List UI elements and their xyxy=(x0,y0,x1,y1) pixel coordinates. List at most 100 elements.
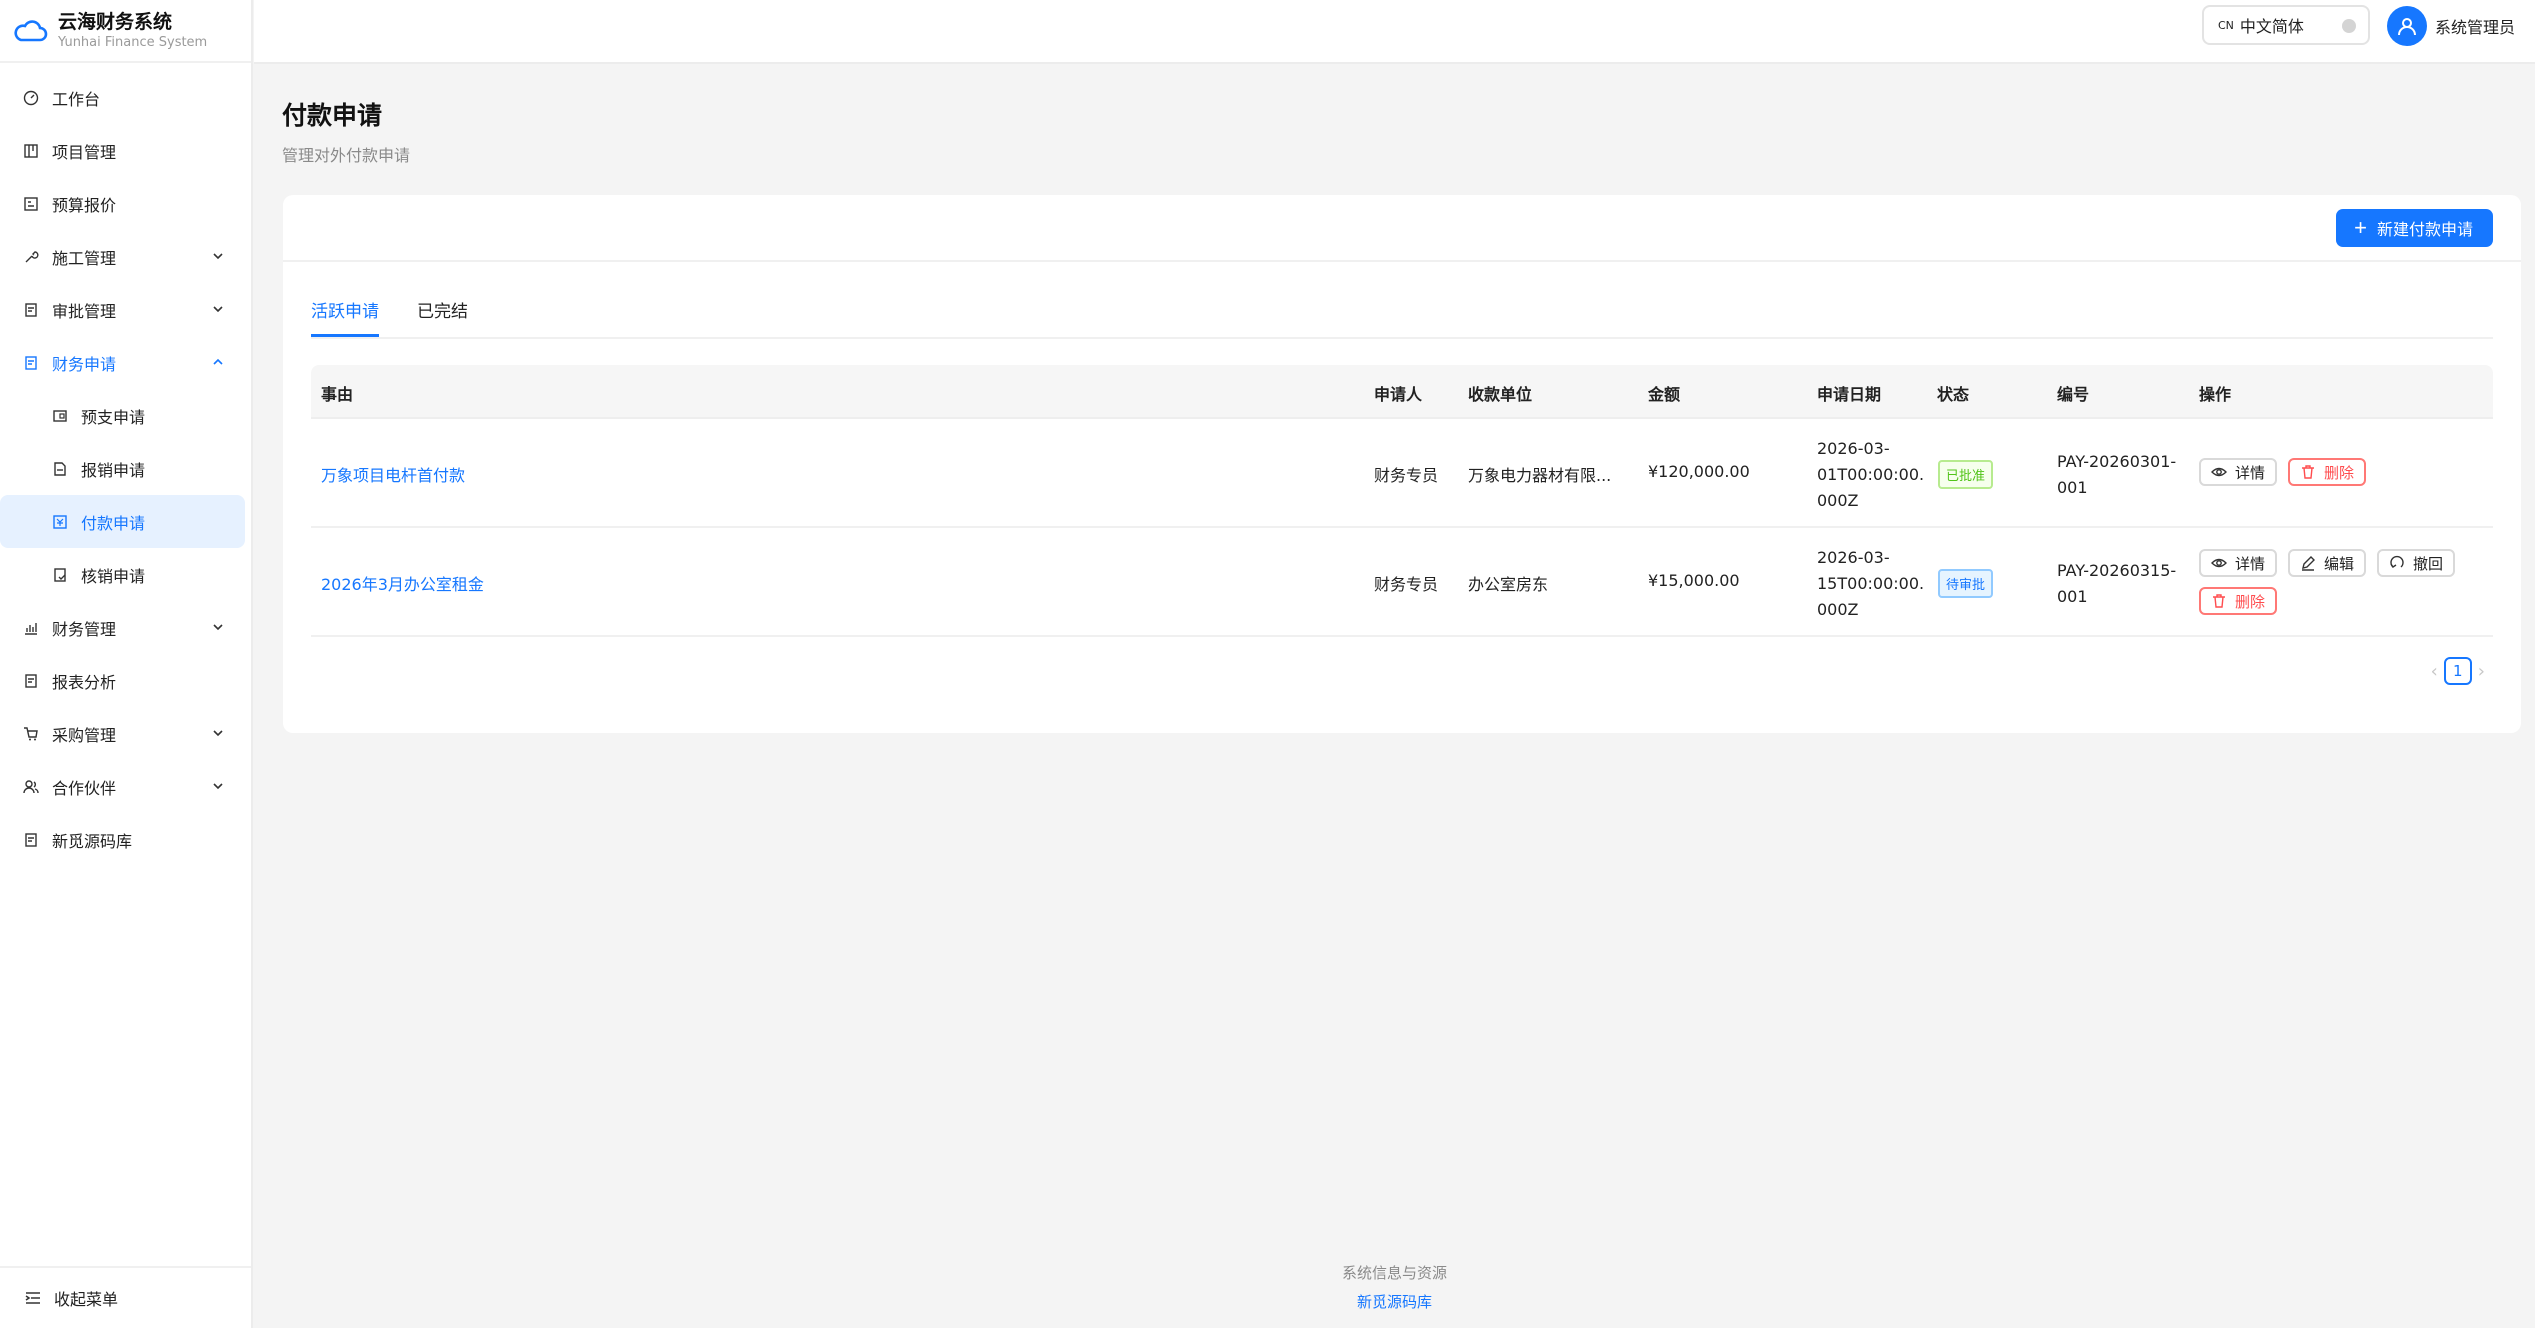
column-header: 金额 xyxy=(1648,385,1681,404)
delete-label: 删除 xyxy=(2235,592,2266,611)
status-badge: 已批准 xyxy=(1938,460,1994,489)
cloud-logo-icon xyxy=(14,19,48,41)
select-arrow-icon xyxy=(2342,19,2356,33)
sidebar-item-budget[interactable]: 预算报价 xyxy=(0,177,251,230)
detail-button[interactable]: 详情 xyxy=(2199,549,2278,577)
sidebar-item-label: 采购管理 xyxy=(52,725,117,745)
payment-icon xyxy=(51,513,69,531)
page-subtitle: 管理对外付款申请 xyxy=(282,146,411,165)
date-cell: 2026-03- 01T00:00:00. 000Z xyxy=(1817,436,1924,514)
brand-subtitle: Yunhai Finance System xyxy=(58,34,208,50)
sidebar-item-dashboard[interactable]: 工作台 xyxy=(0,71,251,124)
footer-info: 系统信息与资源 xyxy=(1341,1264,1447,1282)
sidebar-item-label: 施工管理 xyxy=(52,248,117,268)
cart-icon xyxy=(22,725,40,743)
next-page-icon[interactable]: › xyxy=(2478,661,2485,682)
date-cell: 2026-03- 15T00:00:00. 000Z xyxy=(1817,545,1924,623)
delete-button[interactable]: 删除 xyxy=(2288,458,2367,486)
sidebar-item-label: 合作伙伴 xyxy=(52,778,117,798)
sidebar-item-label: 预支申请 xyxy=(81,407,146,427)
chevron-up-icon xyxy=(213,358,223,365)
project-icon xyxy=(22,142,40,160)
sidebar-item-partners[interactable]: 合作伙伴 xyxy=(0,760,251,813)
chevron-down-icon xyxy=(213,624,223,631)
sidebar-item-payment[interactable]: 付款申请 xyxy=(0,495,245,548)
new-payment-button[interactable]: + 新建付款申请 xyxy=(2336,209,2493,247)
language-label: 中文简体 xyxy=(2239,17,2304,36)
sidebar-item-label: 项目管理 xyxy=(52,142,117,162)
reason-link[interactable]: 2026年3月办公室租金 xyxy=(321,571,484,595)
code-line: 001 xyxy=(2057,587,2088,606)
sidebar-item-finance-apply[interactable]: 财务申请 xyxy=(0,336,251,389)
edit-button[interactable]: 编辑 xyxy=(2288,549,2367,577)
dashboard-icon xyxy=(22,89,40,107)
report-icon xyxy=(22,672,40,690)
writeoff-icon xyxy=(51,566,69,584)
delete-button[interactable]: 删除 xyxy=(2199,587,2278,615)
sidebar-item-reports[interactable]: 报表分析 xyxy=(0,654,251,707)
tab-completed[interactable]: 已完结 xyxy=(417,297,468,334)
partner-icon xyxy=(22,778,40,796)
payment-card: + 新建付款申请 活跃申请 已完结 事由 申请人 收款单位 金额 申请日期 状态… xyxy=(283,195,2521,733)
reason-link[interactable]: 万象项目电杆首付款 xyxy=(321,462,465,486)
sidebar-item-projects[interactable]: 项目管理 xyxy=(0,124,251,177)
user-menu[interactable]: 系统管理员 xyxy=(2387,6,2515,46)
sidebar-item-finance-manage[interactable]: 财务管理 xyxy=(0,601,251,654)
sidebar-item-label: 新觅源码库 xyxy=(52,831,133,851)
sidebar-item-label: 预算报价 xyxy=(52,195,117,215)
approval-icon xyxy=(22,301,40,319)
applicant-cell: 财务专员 xyxy=(1374,466,1439,485)
tab-active[interactable]: 活跃申请 xyxy=(311,297,379,337)
sidebar-item-writeoff[interactable]: 核销申请 xyxy=(0,548,251,601)
sidebar-item-label: 财务申请 xyxy=(52,354,117,374)
code-cell: PAY-20260315- 001 xyxy=(2057,558,2176,610)
sidebar-item-label: 财务管理 xyxy=(52,619,117,639)
chevron-down-icon xyxy=(213,730,223,737)
brand-title: 云海财务系统 xyxy=(58,10,173,33)
brand[interactable]: 云海财务系统 Yunhai Finance System xyxy=(0,0,251,63)
edit-label: 编辑 xyxy=(2324,554,2355,573)
plus-icon: + xyxy=(2354,215,2367,240)
footer-link[interactable]: 新觅源码库 xyxy=(254,1291,2535,1312)
detail-label: 详情 xyxy=(2235,554,2266,573)
language-code: CN xyxy=(2218,18,2234,32)
pagination: ‹ 1 › xyxy=(2431,657,2485,685)
chevron-down-icon xyxy=(213,783,223,790)
sidebar-item-label: 审批管理 xyxy=(52,301,117,321)
collapse-menu-button[interactable]: 收起菜单 xyxy=(0,1266,251,1328)
tabs: 活跃申请 已完结 xyxy=(311,287,2493,339)
page-number[interactable]: 1 xyxy=(2443,657,2472,685)
code-line: PAY-20260315- xyxy=(2057,561,2177,580)
sidebar-item-purchase[interactable]: 采购管理 xyxy=(0,707,251,760)
detail-button[interactable]: 详情 xyxy=(2199,458,2278,486)
withdraw-button[interactable]: 撤回 xyxy=(2377,549,2456,577)
trash-icon xyxy=(2213,594,2225,608)
sidebar-item-label: 报表分析 xyxy=(52,672,117,692)
language-select[interactable]: CN 中文简体 xyxy=(2202,5,2370,45)
date-line: 01T00:00:00. xyxy=(1817,465,1925,484)
card-header: + 新建付款申请 xyxy=(283,195,2521,262)
page-title: 付款申请 xyxy=(282,101,383,130)
column-header: 收款单位 xyxy=(1468,385,1533,404)
table-row: 2026年3月办公室租金 财务专员 办公室房东 ¥15,000.00 2026-… xyxy=(311,528,2493,637)
sidebar-item-construction[interactable]: 施工管理 xyxy=(0,230,251,283)
chevron-down-icon xyxy=(213,306,223,313)
reimburse-icon xyxy=(51,460,69,478)
column-header: 申请人 xyxy=(1374,385,1423,404)
chevron-down-icon xyxy=(213,253,223,260)
sidebar-item-approval[interactable]: 审批管理 xyxy=(0,283,251,336)
sidebar-item-reimburse[interactable]: 报销申请 xyxy=(0,442,251,495)
withdraw-label: 撤回 xyxy=(2413,554,2444,573)
sidebar-item-repo[interactable]: 新觅源码库 xyxy=(0,813,251,866)
eye-icon xyxy=(2211,558,2227,568)
applicant-cell: 财务专员 xyxy=(1374,575,1439,594)
sidebar-item-label: 付款申请 xyxy=(81,513,146,533)
sidebar-item-advance[interactable]: 预支申请 xyxy=(0,389,251,442)
sidebar-menu: 工作台 项目管理 预算报价 施工管理 审批管理 财务申请 预支申请 报销申请 付… xyxy=(0,63,251,866)
code-line: PAY-20260301- xyxy=(2057,452,2177,471)
avatar xyxy=(2387,6,2427,46)
prev-page-icon[interactable]: ‹ xyxy=(2431,661,2438,682)
advance-icon xyxy=(51,407,69,425)
payment-table: 事由 申请人 收款单位 金额 申请日期 状态 编号 操作 万象项目电杆首付款 财… xyxy=(311,365,2493,637)
column-header: 状态 xyxy=(1937,385,1970,404)
